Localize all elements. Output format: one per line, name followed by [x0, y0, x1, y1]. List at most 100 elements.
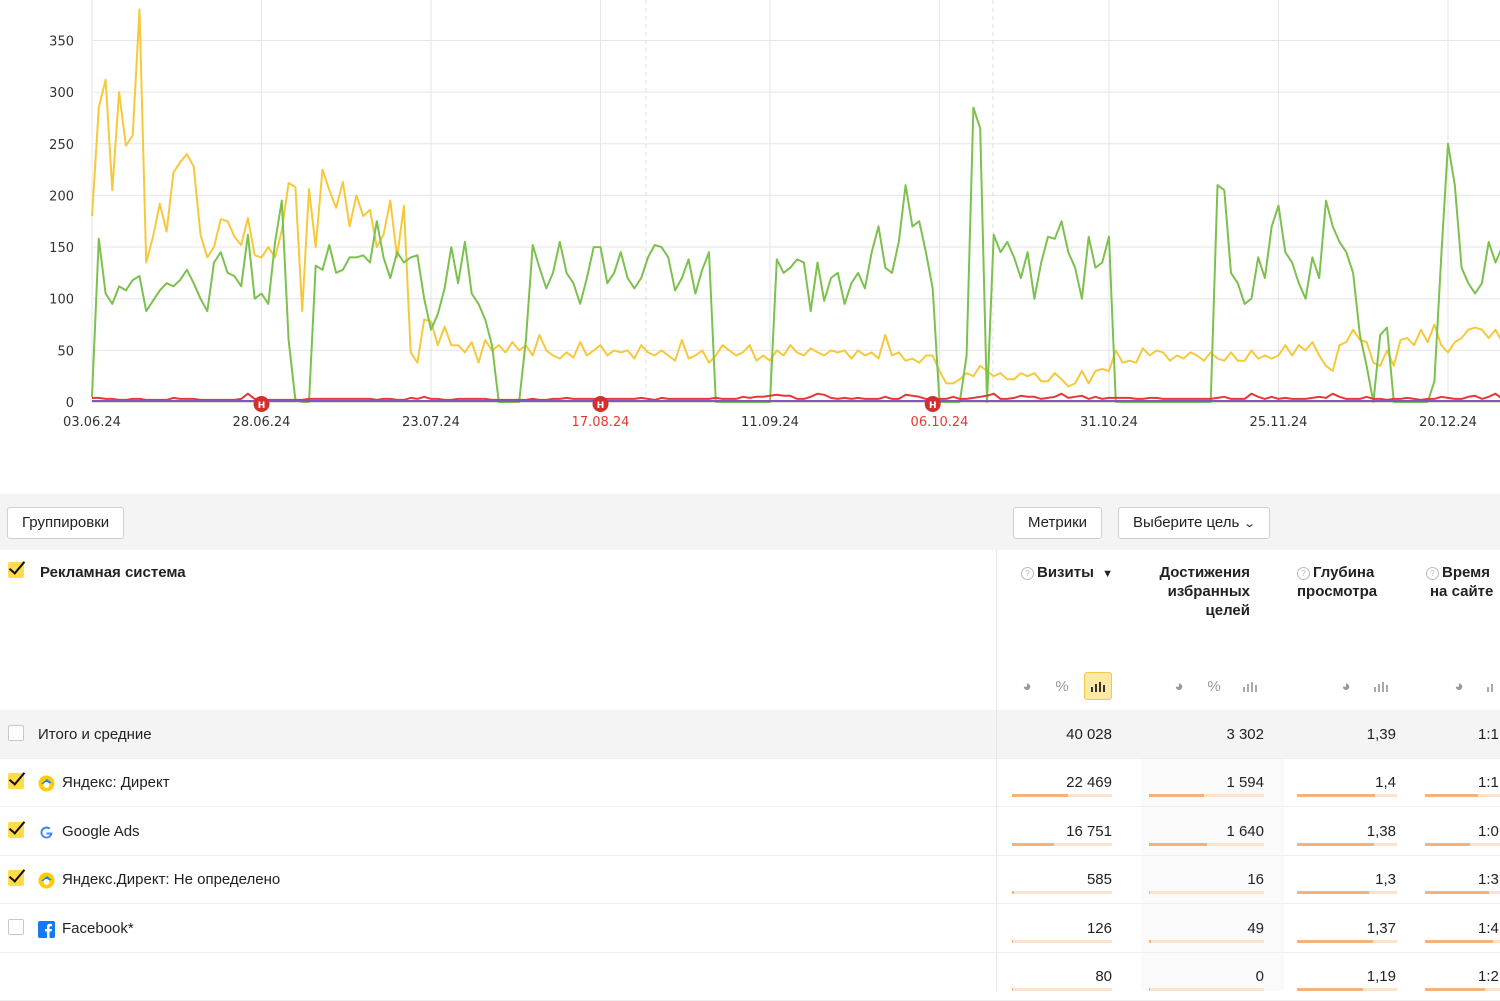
yandex-direct-icon: [38, 872, 55, 889]
cell-depth: 1,38: [1366, 822, 1396, 840]
series-line-0: [91, 8, 1500, 388]
bar-visits-track: [1012, 891, 1112, 894]
sort-desc-icon[interactable]: ▼: [1102, 568, 1113, 580]
column-separator: [996, 550, 997, 991]
bar-goals-track: [1149, 842, 1264, 846]
bar-chart-icon[interactable]: [1480, 672, 1500, 700]
pie-chart-icon[interactable]: ◕: [1332, 672, 1360, 700]
percent-icon[interactable]: %: [1048, 672, 1076, 700]
table-header: Рекламная система ? Визиты ▼ Достижения из…: [0, 550, 1500, 710]
cell-depth: 1,4: [1375, 774, 1396, 791]
cell-depth: 1,19: [1366, 968, 1396, 985]
cell-depth: 1,39: [1366, 726, 1396, 743]
column-goals[interactable]: Достижения избранных целей: [1140, 563, 1250, 620]
table-row[interactable]: Google Ads 16 751 1 640 1,38 1:0: [0, 807, 1500, 856]
yandex-direct-icon: [38, 775, 55, 792]
table-row[interactable]: 80 0 1,19 1:2: [0, 952, 1500, 1001]
table-row[interactable]: Facebook* 126 49 1,37 1:4: [0, 904, 1500, 953]
column-visits[interactable]: ? Визиты ▼: [1021, 563, 1113, 584]
y-tick-label: 350: [49, 34, 74, 49]
row-label: Google Ads: [62, 822, 140, 840]
bar-time-track: [1425, 891, 1500, 894]
row-label: Facebook*: [62, 919, 134, 937]
holiday-marker-label: Н: [597, 401, 605, 411]
pie-chart-icon[interactable]: ◕: [1165, 672, 1193, 700]
bar-visits: [1012, 842, 1054, 846]
bar-visits: [1012, 891, 1014, 894]
bar-chart-icon[interactable]: [1084, 672, 1112, 700]
help-icon[interactable]: ?: [1021, 567, 1034, 580]
bar-time-track: [1425, 939, 1500, 943]
pie-chart-icon[interactable]: ◕: [1013, 672, 1041, 700]
google-icon: [38, 824, 55, 841]
x-tick-label: 06.10.24: [911, 415, 969, 430]
help-icon[interactable]: ?: [1297, 567, 1310, 580]
row-checkbox[interactable]: [8, 918, 24, 935]
bar-depth: [1297, 842, 1374, 846]
bar-depth-track: [1297, 794, 1397, 797]
column-time[interactable]: ? Время на сайте: [1426, 563, 1493, 601]
bar-goals: [1149, 939, 1151, 943]
cell-depth: 1,37: [1366, 919, 1396, 937]
y-tick-label: 50: [57, 344, 74, 359]
holiday-marker-label: Н: [929, 401, 937, 411]
bar-goals: [1149, 842, 1207, 846]
table-row[interactable]: Яндекс: Директ 22 469 1 594 1,4 1:1: [0, 758, 1500, 807]
table-row-total[interactable]: Итого и средние 40 028 3 302 1,39 1:1: [0, 710, 1500, 759]
pie-chart-icon[interactable]: ◕: [1445, 672, 1473, 700]
cell-visits: 22 469: [1066, 774, 1112, 791]
bar-depth-track: [1297, 939, 1397, 943]
report-toolbar: Группировки Метрики Выберите цель ⌄: [0, 494, 1500, 550]
table-row[interactable]: Яндекс.Директ: Не определено 585 16 1,3 1:3: [0, 855, 1500, 904]
cell-goals: 1 640: [1226, 822, 1264, 840]
bar-goals-track: [1149, 939, 1264, 943]
cell-time: 1:1: [1478, 774, 1499, 791]
cell-time: 1:3: [1478, 871, 1499, 888]
goal-select[interactable]: Выберите цель ⌄: [1118, 507, 1270, 539]
x-tick-label: 25.11.24: [1250, 415, 1308, 430]
cell-time: 1:2: [1478, 968, 1499, 985]
bar-depth: [1297, 794, 1375, 797]
holiday-marker-label: Н: [258, 401, 266, 411]
cell-goals: 3 302: [1226, 726, 1264, 743]
x-tick-label: 03.06.24: [63, 415, 121, 430]
cell-visits: 40 028: [1066, 726, 1112, 743]
x-tick-label: 17.08.24: [572, 415, 630, 430]
row-checkbox[interactable]: [8, 870, 24, 886]
cell-goals: 49: [1247, 919, 1264, 937]
row-checkbox[interactable]: [8, 773, 24, 789]
bar-goals-track: [1149, 891, 1264, 894]
cell-goals: 16: [1247, 871, 1264, 888]
bar-depth-track: [1297, 842, 1397, 846]
groupings-button[interactable]: Группировки: [7, 507, 125, 539]
percent-icon[interactable]: %: [1200, 672, 1228, 700]
dimension-checkbox[interactable]: [8, 562, 24, 578]
bar-goals-track: [1149, 794, 1264, 797]
x-tick-label: 11.09.24: [741, 415, 799, 430]
x-tick-label: 31.10.24: [1080, 415, 1138, 430]
y-tick-label: 250: [49, 138, 74, 153]
cell-visits: 126: [1086, 919, 1112, 937]
cell-visits: 16 751: [1066, 822, 1112, 840]
bar-depth: [1297, 891, 1369, 894]
row-checkbox[interactable]: [8, 821, 24, 838]
row-label: Яндекс.Директ: Не определено: [62, 871, 281, 888]
cell-depth: 1,3: [1375, 871, 1396, 888]
facebook-icon: [38, 920, 55, 938]
cell-visits: 80: [1095, 968, 1112, 985]
cell-visits: 585: [1086, 871, 1112, 888]
y-tick-label: 300: [49, 86, 74, 101]
bar-goals: [1149, 891, 1150, 894]
bar-time: [1425, 939, 1493, 943]
y-tick-label: 0: [66, 396, 74, 411]
goal-select-label: Выберите цель: [1133, 514, 1240, 531]
bar-chart-icon[interactable]: [1236, 672, 1264, 700]
metrics-button[interactable]: Метрики: [1013, 507, 1103, 539]
visits-line-chart: 0 50 100 150 200 250 300 350 03.06.24 28.06.24 23.…: [49, 0, 1500, 430]
row-checkbox[interactable]: [8, 725, 24, 741]
bar-chart-icon[interactable]: [1367, 672, 1395, 700]
dimension-title[interactable]: Рекламная система: [40, 564, 186, 581]
column-depth[interactable]: ? Глубина просмотра: [1297, 563, 1377, 601]
help-icon[interactable]: ?: [1426, 567, 1439, 580]
cell-goals: 1 594: [1226, 774, 1264, 791]
